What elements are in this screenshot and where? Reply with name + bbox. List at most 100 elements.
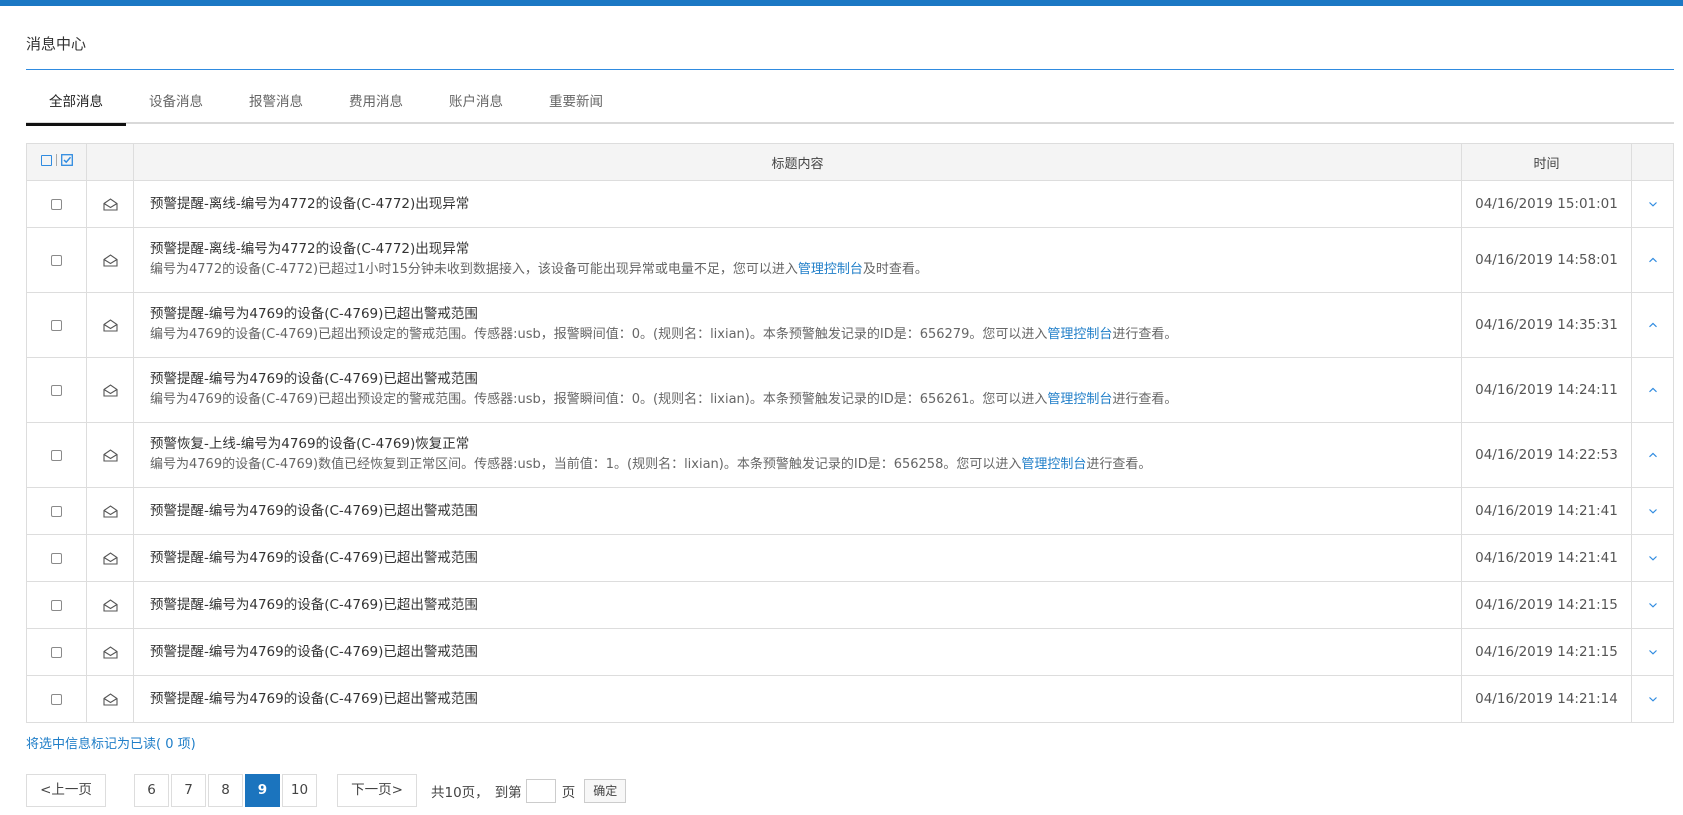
title-header: 标题内容 (133, 143, 1462, 181)
row-toggle-cell[interactable] (1631, 357, 1674, 423)
row-checkbox[interactable] (51, 693, 62, 705)
console-link[interactable]: 管理控制台 (1047, 327, 1112, 342)
mark-read-link[interactable]: 将选中信息标记为已读( 0 项) (26, 733, 196, 752)
message-title[interactable]: 预警提醒-编号为4769的设备(C-4769)已超出警戒范围 (150, 596, 1461, 615)
row-checkbox-cell (26, 628, 87, 676)
row-icon-cell (86, 675, 134, 723)
row-title-cell: 预警提醒-离线-编号为4772的设备(C-4772)出现异常编号为4772的设备… (133, 227, 1462, 293)
tab-device[interactable]: 设备消息 (126, 88, 226, 124)
row-checkbox-cell (26, 675, 87, 723)
table-row[interactable]: 预警提醒-编号为4769的设备(C-4769)已超出警戒范围 编号为4769的设备… (26, 292, 1674, 358)
message-title[interactable]: 预警提醒-编号为4769的设备(C-4769)已超出警戒范围 (150, 643, 1461, 662)
chevron-down-icon[interactable] (1648, 507, 1658, 515)
message-title[interactable]: 预警提醒-编号为4769的设备(C-4769)已超出警戒范围 (150, 549, 1461, 568)
chevron-up-icon[interactable] (1648, 321, 1658, 329)
row-toggle-cell[interactable] (1631, 581, 1674, 629)
table-row[interactable]: 预警提醒-编号为4769的设备(C-4769)已超出警戒范围 04/16/2019… (26, 675, 1674, 723)
message-title[interactable]: 预警提醒-离线-编号为4772的设备(C-4772)出现异常 (150, 240, 1461, 259)
chevron-down-icon[interactable] (1648, 648, 1658, 656)
page-7-button[interactable]: 7 (171, 774, 206, 807)
table-row[interactable]: 预警提醒-离线-编号为4772的设备(C-4772)出现异常 04/16/2019… (26, 180, 1674, 228)
message-title[interactable]: 预警提醒-离线-编号为4772的设备(C-4772)出现异常 (150, 195, 1461, 214)
chevron-up-icon[interactable] (1648, 256, 1658, 264)
table-row[interactable]: 预警提醒-编号为4769的设备(C-4769)已超出警戒范围 04/16/2019… (26, 487, 1674, 535)
message-title[interactable]: 预警恢复-上线-编号为4769的设备(C-4769)恢复正常 (150, 435, 1461, 454)
message-title[interactable]: 预警提醒-编号为4769的设备(C-4769)已超出警戒范围 (150, 690, 1461, 709)
row-checkbox-cell (26, 422, 87, 488)
row-checkbox[interactable] (51, 599, 62, 611)
table-row[interactable]: 预警提醒-编号为4769的设备(C-4769)已超出警戒范围 04/16/2019… (26, 534, 1674, 582)
chevron-down-icon[interactable] (1648, 695, 1658, 703)
row-checkbox[interactable] (51, 198, 62, 210)
tab-bar: 全部消息 设备消息 报警消息 费用消息 账户消息 重要新闻 (26, 88, 1674, 126)
console-link[interactable]: 管理控制台 (1021, 457, 1086, 472)
icon-header (86, 143, 134, 181)
row-time: 04/16/2019 14:24:11 (1461, 357, 1632, 423)
row-checkbox[interactable] (51, 384, 62, 396)
time-header: 时间 (1461, 143, 1632, 181)
row-checkbox[interactable] (51, 505, 62, 517)
message-body-tail: 进行查看。 (1086, 457, 1152, 472)
row-toggle-cell[interactable] (1631, 422, 1674, 488)
chevron-down-icon[interactable] (1648, 601, 1658, 609)
table-row[interactable]: 预警提醒-离线-编号为4772的设备(C-4772)出现异常编号为4772的设备… (26, 227, 1674, 293)
console-link[interactable]: 管理控制台 (1047, 392, 1112, 407)
chevron-up-icon[interactable] (1648, 386, 1658, 394)
table-row[interactable]: 预警恢复-上线-编号为4769的设备(C-4769)恢复正常 编号为4769的设备… (26, 422, 1674, 488)
row-toggle-cell[interactable] (1631, 487, 1674, 535)
table-row[interactable]: 预警提醒-编号为4769的设备(C-4769)已超出警戒范围 04/16/2019… (26, 628, 1674, 676)
message-body-tail: 进行查看。 (1112, 327, 1178, 342)
row-toggle-cell[interactable] (1631, 628, 1674, 676)
row-toggle-cell[interactable] (1631, 534, 1674, 582)
row-toggle-cell[interactable] (1631, 675, 1674, 723)
row-checkbox[interactable] (51, 552, 62, 564)
row-checkbox-cell (26, 357, 87, 423)
row-title-cell: 预警提醒-编号为4769的设备(C-4769)已超出警戒范围 (133, 675, 1462, 723)
chevron-down-icon[interactable] (1648, 554, 1658, 562)
row-toggle-cell[interactable] (1631, 180, 1674, 228)
row-time: 04/16/2019 14:35:31 (1461, 292, 1632, 358)
row-icon-cell (86, 628, 134, 676)
select-none-icon[interactable] (40, 154, 52, 166)
console-link[interactable]: 管理控制台 (798, 262, 863, 277)
tab-fee[interactable]: 费用消息 (326, 88, 426, 124)
next-page-button[interactable]: 下一页> (337, 774, 417, 807)
page-8-button[interactable]: 8 (208, 774, 243, 807)
row-time: 04/16/2019 14:21:41 (1461, 487, 1632, 535)
row-time: 04/16/2019 14:21:15 (1461, 628, 1632, 676)
tab-account[interactable]: 账户消息 (426, 88, 526, 124)
goto-confirm-button[interactable]: 确定 (584, 778, 627, 803)
row-title-cell: 预警提醒-离线-编号为4772的设备(C-4772)出现异常 (133, 180, 1462, 228)
top-bar (0, 0, 1683, 6)
prev-page-button[interactable]: <上一页 (26, 774, 106, 807)
row-checkbox-cell (26, 581, 87, 629)
message-body-text: 编号为4772的设备(C-4772)已超过1小时15分钟未收到数据接入，该设备可… (150, 262, 798, 277)
chevron-down-icon[interactable] (1648, 200, 1658, 208)
page-6-button[interactable]: 6 (134, 774, 169, 807)
row-checkbox[interactable] (51, 646, 62, 658)
page-10-button[interactable]: 10 (282, 774, 317, 807)
row-checkbox-cell (26, 227, 87, 293)
message-title[interactable]: 预警提醒-编号为4769的设备(C-4769)已超出警戒范围 (150, 305, 1461, 324)
row-time: 04/16/2019 14:21:41 (1461, 534, 1632, 582)
arrow-header (1631, 143, 1674, 181)
message-title[interactable]: 预警提醒-编号为4769的设备(C-4769)已超出警戒范围 (150, 370, 1461, 389)
table-row[interactable]: 预警提醒-编号为4769的设备(C-4769)已超出警戒范围 04/16/2019… (26, 581, 1674, 629)
tab-news[interactable]: 重要新闻 (526, 88, 626, 124)
message-title[interactable]: 预警提醒-编号为4769的设备(C-4769)已超出警戒范围 (150, 502, 1461, 521)
row-icon-cell (86, 581, 134, 629)
row-checkbox[interactable] (51, 254, 62, 266)
row-checkbox[interactable] (51, 449, 62, 461)
tab-alarm[interactable]: 报警消息 (226, 88, 326, 124)
goto-page-input[interactable] (525, 778, 556, 803)
row-checkbox-cell (26, 292, 87, 358)
chevron-up-icon[interactable] (1648, 451, 1658, 459)
page-9-button[interactable]: 9 (245, 774, 280, 807)
row-toggle-cell[interactable] (1631, 227, 1674, 293)
row-time: 04/16/2019 14:21:15 (1461, 581, 1632, 629)
select-all-icon[interactable] (60, 154, 73, 167)
tab-all[interactable]: 全部消息 (26, 88, 126, 126)
row-toggle-cell[interactable] (1631, 292, 1674, 358)
table-row[interactable]: 预警提醒-编号为4769的设备(C-4769)已超出警戒范围 编号为4769的设备… (26, 357, 1674, 423)
row-checkbox[interactable] (51, 319, 62, 331)
